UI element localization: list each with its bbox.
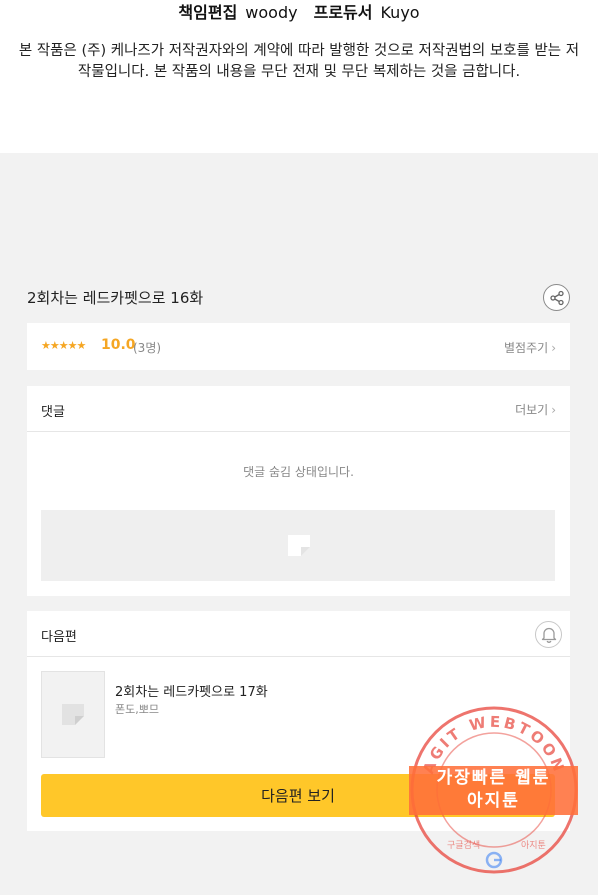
comments-card: 댓글 더보기 › 댓글 숨김 상태입니다. <box>27 386 570 596</box>
rating-stars: ★★★★★ <box>41 339 86 352</box>
next-episode-title[interactable]: 2회차는 레드카펫으로 17화 <box>115 681 268 700</box>
next-episode-label: 다음편 <box>41 630 77 645</box>
credits-line: 책임편집 woody 프로듀서 Kuyo <box>0 0 598 23</box>
rating-card: ★★★★★ 10.0 (3명) 별점주기 › <box>27 323 570 370</box>
chevron-right-icon: › <box>551 341 556 355</box>
watermark-banner: 가장빠른 웹툰 아지툰 <box>409 766 578 815</box>
watermark-right-text: 아지툰 <box>521 840 546 851</box>
notification-button[interactable] <box>535 621 562 648</box>
rate-button[interactable]: 별점주기 › <box>504 339 556 356</box>
ad-placeholder <box>41 510 555 581</box>
next-episode-header: 다음편 <box>27 611 570 657</box>
episode-title: 2회차는 레드카펫으로 16화 <box>27 289 204 307</box>
next-episode-author: 폰도,뽀므 <box>115 703 159 716</box>
copyright-notice: 본 작품은 (주) 케나즈가 저작권자와의 계약에 따라 발행한 것으로 저작권… <box>18 43 580 80</box>
google-logo-icon <box>485 851 503 869</box>
top-section: 책임편집 woody 프로듀서 Kuyo 본 작품은 (주) 케나즈가 저작권자와의 … <box>0 0 598 153</box>
editor-role: 책임편집 <box>178 3 238 22</box>
comments-more-button[interactable]: 더보기 › <box>515 401 556 418</box>
image-placeholder-icon <box>288 535 310 556</box>
rating-count: (3명) <box>133 341 162 355</box>
comments-hidden-message: 댓글 숨김 상태입니다. <box>243 465 354 479</box>
watermark-banner-line1: 가장빠른 웹툰 <box>436 768 551 788</box>
bell-icon <box>541 627 557 643</box>
rate-button-label: 별점주기 <box>504 341 549 355</box>
share-icon <box>550 290 564 306</box>
next-episode-thumbnail[interactable] <box>41 671 105 758</box>
image-placeholder-icon <box>62 704 84 725</box>
chevron-right-icon: › <box>551 403 556 417</box>
watermark-left-text: 구글검색 <box>447 839 480 851</box>
rating-score: 10.0 <box>101 337 136 353</box>
share-button[interactable] <box>543 284 570 311</box>
editor-name: woody <box>245 3 298 22</box>
producer-role: 프로듀서 <box>313 3 373 22</box>
producer-name: Kuyo <box>380 3 420 22</box>
comments-more-label: 더보기 <box>515 403 549 417</box>
comments-label: 댓글 <box>41 405 65 420</box>
watermark-banner-line2: 아지툰 <box>467 791 520 811</box>
comments-header: 댓글 더보기 › <box>27 386 570 432</box>
